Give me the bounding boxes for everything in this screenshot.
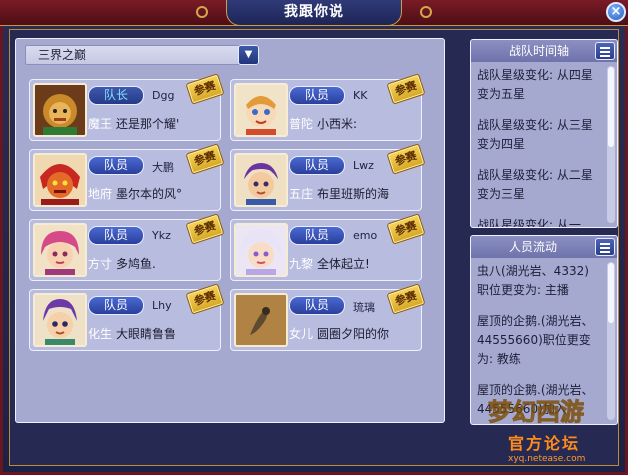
entry-stamp: 参赛 — [386, 283, 426, 315]
timeline-title: 战队时间轴 — [509, 44, 570, 58]
member-name: 大鹏 — [152, 161, 174, 174]
list-item: 屋顶的企鹅.(湖光岩、44555660)加入 — [477, 383, 594, 416]
member-card[interactable]: 队员 Lhy 化生 大眼睛鲁鲁 参赛 — [29, 283, 225, 351]
list-item: 战队星级变化: 从三星变为四星 — [477, 118, 593, 151]
member-name: Ykz — [152, 229, 171, 242]
avatar — [33, 293, 87, 347]
member-card[interactable]: 队员 Lwz 五庄 布里班斯的海 参赛 — [230, 143, 426, 211]
member-server: 女儿 — [289, 327, 314, 341]
list-item: 虫八(湖光岩、4332)职位更变为: 主播 — [477, 264, 589, 297]
window-title: 我跟你说 — [226, 0, 402, 26]
role-badge: 队员 — [289, 86, 345, 105]
ornament-left-icon — [196, 6, 208, 18]
member-name: emo — [353, 229, 378, 242]
role-badge: 队长 — [88, 86, 144, 105]
entry-stamp: 参赛 — [185, 213, 225, 245]
scrollbar-thumb[interactable] — [608, 67, 614, 147]
ornament-right-icon — [420, 6, 432, 18]
member-server: 普陀 — [289, 117, 314, 131]
member-status-line: 普陀 小西米: — [289, 115, 421, 132]
entry-stamp: 参赛 — [386, 213, 426, 245]
entry-stamp: 参赛 — [185, 143, 225, 175]
role-badge: 队员 — [88, 156, 144, 175]
entry-stamp: 参赛 — [386, 73, 426, 105]
member-server: 地府 — [88, 187, 113, 201]
avatar — [33, 223, 87, 277]
list-item: 战队星级变化: 从二星变为三星 — [477, 168, 593, 201]
member-message: 墨尔本的风° — [116, 187, 183, 201]
member-server: 魔王 — [88, 117, 113, 131]
avatar — [234, 293, 288, 347]
member-name: Dgg — [152, 89, 175, 102]
personnel-list[interactable]: 虫八(湖光岩、4332)职位更变为: 主播 屋顶的企鹅.(湖光岩、4455566… — [471, 258, 605, 424]
personnel-scrollbar[interactable] — [607, 262, 615, 420]
member-message: 小西米: — [317, 117, 358, 131]
team-members-panel: 三界之巅 ▼ 队长 Dgg 魔王 还是那个耀' 参赛 队员 KK 普陀 小西米: 参… — [15, 38, 445, 423]
member-message: 圆圈夕阳的你 — [317, 327, 390, 341]
timeline-panel: 战队时间轴 战队星级变化: 从四星变为五星 战队星级变化: 从三星变为四星 战队… — [470, 39, 618, 228]
list-item: 战队星级变化: 从四星变为五星 — [477, 68, 593, 101]
role-badge: 队员 — [289, 226, 345, 245]
member-status-line: 魔王 还是那个耀' — [88, 115, 220, 132]
timeline-scrollbar[interactable] — [607, 66, 615, 223]
timeline-header: 战队时间轴 — [471, 40, 617, 62]
member-name: KK — [353, 89, 368, 102]
member-status-line: 九黎 全体起立! — [289, 255, 421, 272]
avatar — [234, 223, 288, 277]
list-item: 屋顶的企鹅.(湖光岩、44555660)职位更变为: 教练 — [477, 314, 594, 366]
member-message: 全体起立! — [317, 257, 370, 271]
personnel-title: 人员流动 — [509, 240, 558, 254]
personnel-panel: 人员流动 虫八(湖光岩、4332)职位更变为: 主播 屋顶的企鹅.(湖光岩、44… — [470, 235, 618, 425]
member-card[interactable]: 队员 Ykz 方寸 多鸠鱼. 参赛 — [29, 213, 225, 281]
avatar — [234, 153, 288, 207]
member-message: 多鸠鱼. — [116, 257, 156, 271]
member-name: 琉璃 — [353, 301, 375, 314]
member-status-line: 方寸 多鸠鱼. — [88, 255, 220, 272]
team-select[interactable]: 三界之巅 ▼ — [25, 45, 259, 65]
role-badge: 队员 — [88, 226, 144, 245]
member-card[interactable]: 队员 大鹏 地府 墨尔本的风° 参赛 — [29, 143, 225, 211]
list-item: 战队星级变化: 从一 — [477, 218, 581, 227]
member-status-line: 五庄 布里班斯的海 — [289, 185, 421, 202]
member-status-line: 地府 墨尔本的风° — [88, 185, 220, 202]
team-select-value: 三界之巅 — [38, 48, 87, 62]
title-bar: 我跟你说 — [0, 0, 628, 26]
scrollbar-thumb[interactable] — [608, 263, 614, 323]
chevron-down-icon[interactable]: ▼ — [238, 45, 259, 65]
timeline-list[interactable]: 战队星级变化: 从四星变为五星 战队星级变化: 从三星变为四星 战队星级变化: … — [471, 62, 605, 227]
entry-stamp: 参赛 — [185, 283, 225, 315]
avatar — [234, 83, 288, 137]
member-message: 还是那个耀' — [116, 117, 180, 131]
role-badge: 队员 — [289, 296, 345, 315]
member-card[interactable]: 队长 Dgg 魔王 还是那个耀' 参赛 — [29, 73, 225, 141]
avatar — [33, 153, 87, 207]
member-card[interactable]: 队员 琉璃 女儿 圆圈夕阳的你 参赛 — [230, 283, 426, 351]
member-server: 化生 — [88, 327, 113, 341]
member-name: Lhy — [152, 299, 172, 312]
member-server: 九黎 — [289, 257, 314, 271]
member-server: 五庄 — [289, 187, 314, 201]
member-name: Lwz — [353, 159, 374, 172]
member-status-line: 化生 大眼睛鲁鲁 — [88, 325, 220, 342]
avatar — [33, 83, 87, 137]
member-message: 大眼睛鲁鲁 — [116, 327, 177, 341]
role-badge: 队员 — [88, 296, 144, 315]
entry-stamp: 参赛 — [185, 73, 225, 105]
entry-stamp: 参赛 — [386, 143, 426, 175]
member-card[interactable]: 队员 KK 普陀 小西米: 参赛 — [230, 73, 426, 141]
member-card[interactable]: 队员 emo 九黎 全体起立! 参赛 — [230, 213, 426, 281]
menu-icon[interactable] — [595, 238, 615, 256]
member-status-line: 女儿 圆圈夕阳的你 — [289, 325, 421, 342]
close-button[interactable]: × — [606, 2, 626, 22]
role-badge: 队员 — [289, 156, 345, 175]
personnel-header: 人员流动 — [471, 236, 617, 258]
menu-icon[interactable] — [595, 42, 615, 60]
member-message: 布里班斯的海 — [317, 187, 390, 201]
member-server: 方寸 — [88, 257, 113, 271]
